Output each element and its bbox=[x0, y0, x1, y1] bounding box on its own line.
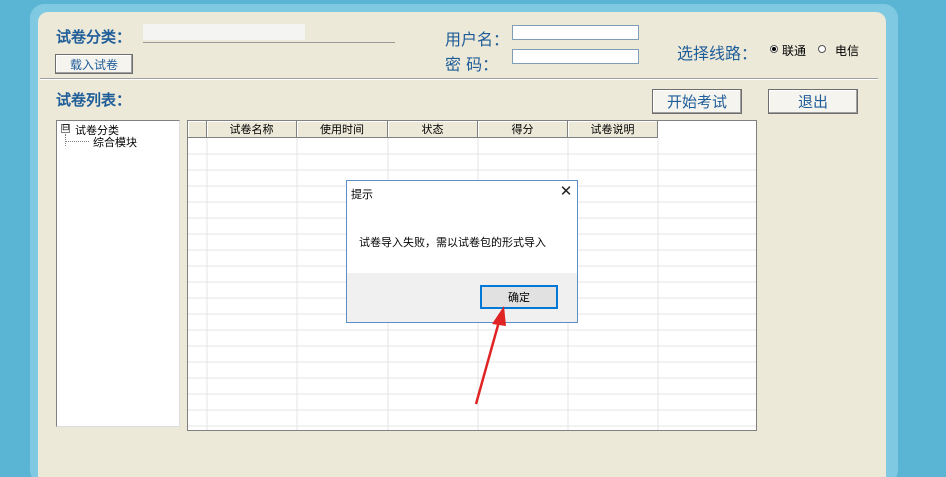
radio-telecom-label: 电信 bbox=[835, 44, 860, 58]
red-arrow-annotation bbox=[474, 306, 506, 405]
column-header-name[interactable]: 试卷名称 bbox=[207, 121, 297, 137]
grid-header: 试卷名称 使用时间 状态 得分 试卷说明 bbox=[188, 121, 658, 138]
password-input[interactable] bbox=[512, 49, 639, 64]
close-icon[interactable]: ✕ bbox=[557, 182, 575, 200]
password-label: 密 码： bbox=[445, 55, 499, 74]
column-header-status[interactable]: 状态 bbox=[388, 121, 478, 137]
category-label: 试卷分类： bbox=[56, 28, 132, 46]
tree-connector bbox=[65, 141, 89, 142]
username-input[interactable] bbox=[512, 25, 639, 40]
column-header-description[interactable]: 试卷说明 bbox=[568, 121, 658, 137]
column-header-time[interactable]: 使用时间 bbox=[297, 121, 388, 137]
dialog-message: 试卷导入失败，需以试卷包的形式导入 bbox=[359, 236, 546, 249]
radio-unicom[interactable] bbox=[770, 45, 778, 53]
category-underline bbox=[143, 42, 395, 43]
dialog-title: 提示 bbox=[351, 188, 373, 201]
column-header-score[interactable]: 得分 bbox=[478, 121, 568, 137]
grid-header-corner bbox=[188, 121, 207, 137]
paper-list-label: 试卷列表： bbox=[56, 91, 132, 109]
start-exam-button[interactable]: 开始考试 bbox=[652, 89, 742, 114]
radio-telecom[interactable] bbox=[818, 45, 826, 53]
load-paper-button[interactable]: 载入试卷 bbox=[55, 54, 133, 74]
radio-unicom-label: 联通 bbox=[782, 44, 807, 58]
username-label: 用户名： bbox=[445, 30, 510, 49]
paper-category-tree[interactable]: ⊟ 试卷分类 综合模块 bbox=[56, 120, 180, 427]
tree-connector bbox=[65, 134, 66, 146]
header-separator bbox=[40, 78, 878, 80]
tree-collapse-icon[interactable]: ⊟ bbox=[61, 124, 70, 133]
tree-node-child[interactable]: 综合模块 bbox=[93, 134, 137, 150]
exit-button[interactable]: 退出 bbox=[768, 89, 858, 114]
category-value-box[interactable] bbox=[143, 24, 305, 40]
line-select-label: 选择线路： bbox=[677, 44, 758, 63]
